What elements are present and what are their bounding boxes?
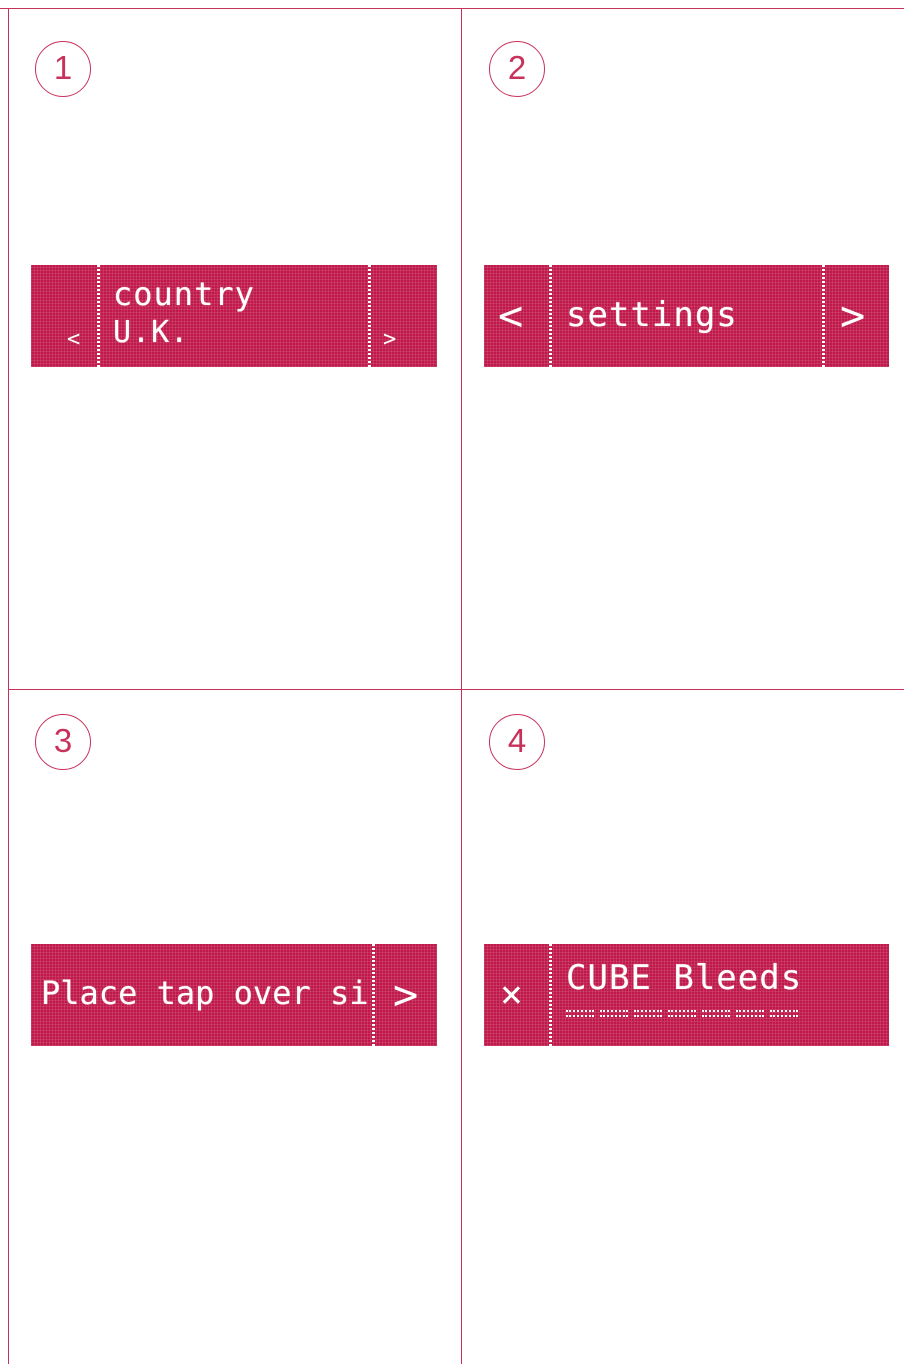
progress-segment	[566, 1010, 594, 1017]
chevron-left-icon[interactable]: <	[498, 291, 523, 340]
chevron-right-icon[interactable]: >	[393, 970, 418, 1019]
display-settings: < settings >	[484, 265, 889, 367]
setting-value: U.K.	[113, 315, 190, 350]
close-icon[interactable]: ×	[500, 972, 523, 1016]
chevron-left-icon[interactable]: <	[67, 327, 80, 352]
step-2-badge: 2	[489, 41, 545, 97]
display-right-divider	[368, 265, 371, 367]
display-left-divider	[549, 944, 552, 1046]
instruction-text: Place tap over si	[41, 974, 369, 1012]
step-3-badge: 3	[35, 714, 91, 770]
chevron-right-icon[interactable]: >	[383, 327, 396, 352]
progress-segment	[702, 1010, 730, 1017]
display-left-divider	[549, 265, 552, 367]
display-cube-bleeds: × CUBE Bleeds	[484, 944, 889, 1046]
chevron-right-icon[interactable]: >	[840, 291, 865, 340]
program-name: CUBE Bleeds	[566, 958, 803, 998]
display-country: < country U.K. >	[31, 265, 437, 367]
setting-label: country	[113, 275, 255, 313]
menu-label: settings	[566, 295, 738, 335]
step-4-badge: 4	[489, 714, 545, 770]
progress-segment	[770, 1010, 798, 1017]
progress-segment	[668, 1010, 696, 1017]
progress-segment	[600, 1010, 628, 1017]
display-left-divider	[97, 265, 100, 367]
progress-segment	[736, 1010, 764, 1017]
top-border	[0, 8, 904, 9]
progress-bar	[566, 1010, 798, 1017]
display-right-divider	[372, 944, 375, 1046]
center-divider	[461, 8, 462, 1364]
left-border	[8, 8, 9, 1364]
display-instruction: Place tap over si >	[31, 944, 437, 1046]
display-right-divider	[822, 265, 825, 367]
progress-segment	[634, 1010, 662, 1017]
middle-divider	[8, 689, 904, 690]
step-1-badge: 1	[35, 41, 91, 97]
